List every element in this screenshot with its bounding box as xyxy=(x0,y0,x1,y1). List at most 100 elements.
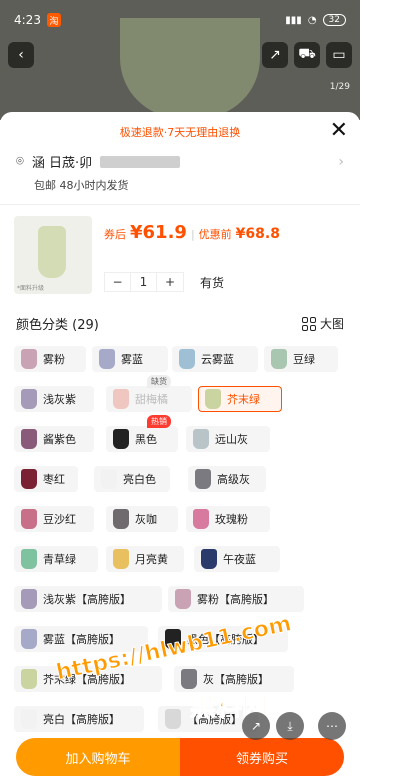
color-option[interactable]: 高级灰 xyxy=(188,466,266,492)
color-option[interactable]: 雾蓝【高胯版】 xyxy=(14,626,148,652)
more-float-button[interactable]: ⋯ xyxy=(318,712,346,740)
color-swatch xyxy=(113,389,129,409)
color-option-label: 黑色 xyxy=(135,433,157,446)
color-option-label: 【高胯版】 xyxy=(187,713,242,726)
color-option[interactable]: 浅灰紫 xyxy=(14,386,94,412)
thumbnail-garment xyxy=(38,226,66,278)
grid-icon xyxy=(301,316,316,331)
close-button[interactable]: ✕ xyxy=(330,120,348,142)
battery-indicator: 32 xyxy=(322,14,346,26)
share-button[interactable]: ↗ xyxy=(262,42,288,68)
option-tag: 缺货 xyxy=(147,375,171,388)
refund-banner: 极速退款·7天无理由退换 xyxy=(119,126,241,139)
color-swatch xyxy=(113,509,129,529)
color-option-label: 远山灰 xyxy=(215,433,248,446)
color-option[interactable]: 午夜蓝 xyxy=(194,546,280,572)
share-float-button[interactable]: ↗ xyxy=(242,712,270,740)
color-option[interactable]: 远山灰 xyxy=(186,426,270,452)
buy-with-coupon-button[interactable]: 领券购买 xyxy=(180,738,344,776)
address-row[interactable]: ⌾ 涵 日荿·卯 › 包邮 48小时内发货 xyxy=(16,152,344,193)
shipping-info: 包邮 48小时内发货 xyxy=(34,179,129,192)
color-option[interactable]: 浅灰紫【高胯版】 xyxy=(14,586,162,612)
color-option[interactable]: 豆绿 xyxy=(264,346,338,372)
back-button[interactable]: ‹ xyxy=(8,42,34,68)
color-option[interactable]: 黑色 热销 xyxy=(106,415,178,452)
color-option[interactable]: 灰【高胯版】 xyxy=(174,666,294,692)
color-option[interactable]: 亮白色 xyxy=(94,466,170,492)
color-swatch xyxy=(21,629,37,649)
color-swatch xyxy=(193,429,209,449)
price-separator: | xyxy=(190,228,195,241)
color-option[interactable]: 云雾蓝 xyxy=(172,346,258,372)
color-option[interactable]: 雾蓝 xyxy=(92,346,168,372)
more-button[interactable]: ▭ xyxy=(326,42,352,68)
address-redacted xyxy=(100,155,181,168)
product-photo xyxy=(120,18,260,118)
color-option-label: 浅灰紫【高胯版】 xyxy=(43,593,131,606)
color-option[interactable]: 芥末绿【高胯版】 xyxy=(14,666,162,692)
color-option[interactable]: 玫瑰粉 xyxy=(186,506,270,532)
close-icon: ✕ xyxy=(329,118,348,143)
color-swatch xyxy=(193,509,209,529)
coupon-price: ¥61.9 xyxy=(130,222,187,243)
status-right: ▮▮▮ ◔ 32 xyxy=(285,14,346,26)
color-swatch xyxy=(21,429,37,449)
share-icon: ↗ xyxy=(269,47,281,63)
quantity-stepper: − 1 + xyxy=(104,272,184,292)
color-option-label: 芥末绿 xyxy=(227,393,260,406)
cart-icon: ⛟ xyxy=(298,46,316,62)
color-swatch xyxy=(165,629,181,649)
color-option-label: 雾粉【高胯版】 xyxy=(197,593,274,606)
color-option-label: 午夜蓝 xyxy=(223,553,256,566)
product-thumbnail[interactable]: *面料升级 xyxy=(14,216,92,294)
color-option[interactable]: 枣红 xyxy=(14,466,78,492)
color-swatch xyxy=(201,549,217,569)
price-row: 券后 ¥61.9 | 优惠前 ¥68.8 xyxy=(104,222,280,243)
color-swatch xyxy=(21,549,37,569)
color-option[interactable]: 月亮黄 xyxy=(106,546,184,572)
color-option-label: 雾粉 xyxy=(43,353,65,366)
cart-button[interactable]: ⛟ xyxy=(294,42,320,68)
color-option[interactable]: 灰咖 xyxy=(106,506,178,532)
add-to-cart-button[interactable]: 加入购物车 xyxy=(16,738,180,776)
color-option-label: 豆沙红 xyxy=(43,513,76,526)
wifi-icon: ◔ xyxy=(307,14,317,26)
color-swatch xyxy=(271,349,287,369)
big-image-label: 大图 xyxy=(319,317,344,331)
back-icon: ‹ xyxy=(18,47,24,63)
big-image-toggle[interactable]: 大图 xyxy=(301,315,344,332)
increment-button[interactable]: + xyxy=(157,273,183,291)
color-option[interactable]: 芥末绿 xyxy=(198,386,282,412)
status-time: 4:23 xyxy=(14,13,41,27)
color-option-label: 高级灰 xyxy=(217,473,250,486)
screen: 4:23 淘 ▮▮▮ ◔ 32 ‹ ↗ ⛟ ▭ 1/29 极速退款·7天无理由退… xyxy=(0,0,360,782)
color-swatch xyxy=(21,709,37,729)
original-price: ¥68.8 xyxy=(235,226,280,242)
color-swatch xyxy=(21,589,37,609)
color-option-label: 青草绿 xyxy=(43,553,76,566)
color-option-label: 月亮黄 xyxy=(135,553,168,566)
location-pin-icon: ⌾ xyxy=(16,154,24,169)
color-option-label: 酱紫色 xyxy=(43,433,76,446)
original-label: 优惠前 xyxy=(198,228,232,241)
address-line: ⌾ 涵 日荿·卯 › xyxy=(16,152,344,172)
decrement-button[interactable]: − xyxy=(105,273,131,291)
color-option[interactable]: 青草绿 xyxy=(14,546,98,572)
color-option-label: 云雾蓝 xyxy=(201,353,234,366)
color-swatch xyxy=(21,669,37,689)
thumbnail-note: *面料升级 xyxy=(17,285,45,292)
color-option-label: 枣红 xyxy=(43,473,65,486)
color-option[interactable]: 雾粉 xyxy=(14,346,86,372)
signal-icon: ▮▮▮ xyxy=(285,14,302,26)
color-option[interactable]: 酱紫色 xyxy=(14,426,94,452)
color-option-label: 芥末绿【高胯版】 xyxy=(43,673,131,686)
quantity-value[interactable]: 1 xyxy=(131,273,157,291)
color-swatch xyxy=(21,509,37,529)
download-float-button[interactable]: ⤓ xyxy=(276,712,304,740)
color-option[interactable]: 雾粉【高胯版】 xyxy=(168,586,304,612)
color-option[interactable]: 黑色【高胯版】 xyxy=(158,626,288,652)
color-option[interactable]: 亮白【高胯版】 xyxy=(14,706,144,732)
color-swatch xyxy=(21,349,37,369)
color-option[interactable]: 豆沙红 xyxy=(14,506,94,532)
color-option[interactable]: 甜梅橘 缺货 xyxy=(106,375,192,412)
